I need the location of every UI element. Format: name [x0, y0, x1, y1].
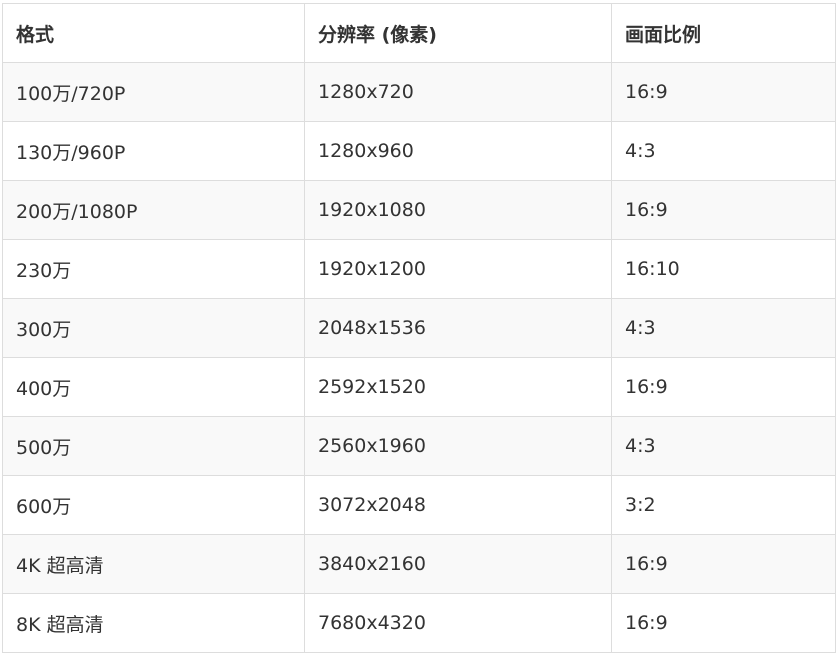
header-aspect-ratio: 画面比例: [611, 3, 836, 63]
table-row: 400万 2592x1520 16:9: [2, 357, 836, 417]
cell-resolution: 7680x4320: [304, 593, 612, 653]
cell-aspect-ratio: 16:9: [611, 593, 836, 653]
cell-resolution: 2560x1960: [304, 416, 612, 476]
cell-aspect-ratio: 16:10: [611, 239, 836, 299]
header-resolution: 分辨率 (像素): [304, 3, 612, 63]
table-body: 100万/720P 1280x720 16:9 130万/960P 1280x9…: [2, 62, 836, 653]
cell-aspect-ratio: 16:9: [611, 357, 836, 417]
table-row: 130万/960P 1280x960 4:3: [2, 121, 836, 181]
cell-aspect-ratio: 16:9: [611, 180, 836, 240]
cell-resolution: 1920x1080: [304, 180, 612, 240]
cell-format: 100万/720P: [2, 62, 305, 122]
cell-format: 130万/960P: [2, 121, 305, 181]
cell-format: 8K 超高清: [2, 593, 305, 653]
cell-format: 230万: [2, 239, 305, 299]
cell-resolution: 1280x720: [304, 62, 612, 122]
cell-resolution: 1280x960: [304, 121, 612, 181]
cell-aspect-ratio: 4:3: [611, 121, 836, 181]
header-row: 格式 分辨率 (像素) 画面比例: [2, 3, 836, 63]
table-row: 300万 2048x1536 4:3: [2, 298, 836, 358]
cell-resolution: 2048x1536: [304, 298, 612, 358]
table-row: 500万 2560x1960 4:3: [2, 416, 836, 476]
table-row: 100万/720P 1280x720 16:9: [2, 62, 836, 122]
cell-aspect-ratio: 4:3: [611, 416, 836, 476]
cell-aspect-ratio: 16:9: [611, 534, 836, 594]
cell-resolution: 1920x1200: [304, 239, 612, 299]
table-row: 200万/1080P 1920x1080 16:9: [2, 180, 836, 240]
resolution-table: 格式 分辨率 (像素) 画面比例 100万/720P 1280x720 16:9…: [2, 3, 836, 653]
cell-aspect-ratio: 16:9: [611, 62, 836, 122]
cell-format: 4K 超高清: [2, 534, 305, 594]
header-format: 格式: [2, 3, 305, 63]
cell-resolution: 3840x2160: [304, 534, 612, 594]
cell-resolution: 3072x2048: [304, 475, 612, 535]
cell-format: 200万/1080P: [2, 180, 305, 240]
cell-resolution: 2592x1520: [304, 357, 612, 417]
cell-format: 300万: [2, 298, 305, 358]
table-row: 4K 超高清 3840x2160 16:9: [2, 534, 836, 594]
table-row: 600万 3072x2048 3:2: [2, 475, 836, 535]
table-row: 8K 超高清 7680x4320 16:9: [2, 593, 836, 653]
cell-format: 500万: [2, 416, 305, 476]
cell-aspect-ratio: 4:3: [611, 298, 836, 358]
cell-aspect-ratio: 3:2: [611, 475, 836, 535]
cell-format: 400万: [2, 357, 305, 417]
cell-format: 600万: [2, 475, 305, 535]
table-row: 230万 1920x1200 16:10: [2, 239, 836, 299]
table-header: 格式 分辨率 (像素) 画面比例: [2, 3, 836, 63]
